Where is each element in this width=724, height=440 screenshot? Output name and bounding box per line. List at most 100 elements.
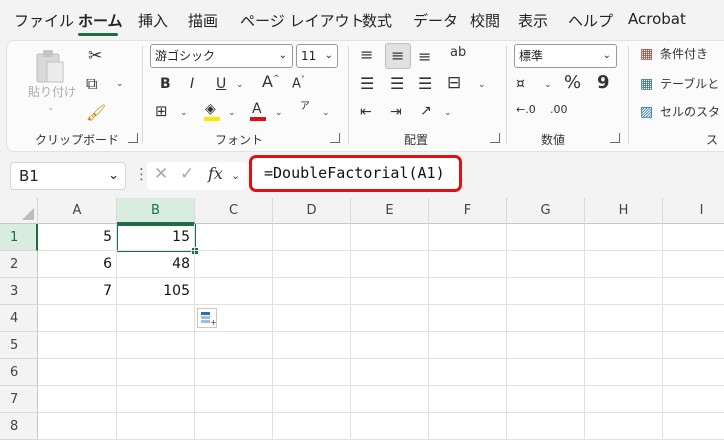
cell-a4[interactable] xyxy=(38,305,117,332)
cell-d1[interactable] xyxy=(273,224,351,251)
cell-c2[interactable] xyxy=(195,251,273,278)
cell-i8[interactable] xyxy=(663,413,724,440)
enter-icon[interactable]: ✓ xyxy=(180,166,194,183)
cell-h8[interactable] xyxy=(585,413,663,440)
cell-a8[interactable] xyxy=(38,413,117,440)
paste-dropdown-icon[interactable]: ⌄ xyxy=(47,103,55,113)
row-header-1[interactable]: 1 xyxy=(0,224,38,251)
cell-g4[interactable] xyxy=(507,305,585,332)
tab-review[interactable]: 校閲 xyxy=(470,10,500,31)
cell-d5[interactable] xyxy=(273,332,351,359)
cell-e5[interactable] xyxy=(351,332,429,359)
cell-e6[interactable] xyxy=(351,359,429,386)
cell-c7[interactable] xyxy=(195,386,273,413)
cell-g7[interactable] xyxy=(507,386,585,413)
fill-color-button[interactable]: ◈ xyxy=(204,102,220,122)
format-painter-icon[interactable]: 🖌 xyxy=(86,105,106,121)
copy-dropdown-icon[interactable]: ⌄ xyxy=(116,79,124,89)
cell-g1[interactable] xyxy=(507,224,585,251)
borders-dropdown-icon[interactable]: ⌄ xyxy=(180,108,188,118)
cell-b8[interactable] xyxy=(117,413,195,440)
cell-g3[interactable] xyxy=(507,278,585,305)
cell-d7[interactable] xyxy=(273,386,351,413)
merge-dropdown-icon[interactable]: ⌄ xyxy=(478,80,486,90)
underline-dropdown-icon[interactable]: ⌄ xyxy=(236,80,244,90)
percent-button[interactable]: % xyxy=(564,74,581,92)
bold-button[interactable]: B xyxy=(160,77,171,91)
phonetic-dropdown-icon[interactable]: ⌄ xyxy=(322,108,330,118)
increase-indent-icon[interactable]: ⇥ xyxy=(390,105,402,119)
tab-draw[interactable]: 描画 xyxy=(188,10,218,31)
clipboard-launcher-icon[interactable] xyxy=(128,133,138,143)
cell-a7[interactable] xyxy=(38,386,117,413)
tab-insert[interactable]: 挿入 xyxy=(138,10,168,31)
row-header-4[interactable]: 4 xyxy=(0,305,38,332)
shrink-font-button[interactable]: A˅ xyxy=(292,76,305,91)
cell-f3[interactable] xyxy=(429,278,507,305)
tab-acrobat[interactable]: Acrobat xyxy=(628,10,686,28)
name-box[interactable]: B1 ⌄ xyxy=(10,162,126,190)
font-color-dropdown-icon[interactable]: ⌄ xyxy=(275,108,283,118)
row-header-7[interactable]: 7 xyxy=(0,386,38,413)
cell-b2[interactable]: 48 xyxy=(117,251,195,278)
fill-color-dropdown-icon[interactable]: ⌄ xyxy=(228,108,236,118)
cell-d2[interactable] xyxy=(273,251,351,278)
orientation-icon[interactable]: ↗ xyxy=(420,104,432,118)
cell-b3[interactable]: 105 xyxy=(117,278,195,305)
cell-i5[interactable] xyxy=(663,332,724,359)
row-header-8[interactable]: 8 xyxy=(0,413,38,440)
cell-h4[interactable] xyxy=(585,305,663,332)
number-launcher-icon[interactable] xyxy=(610,133,620,143)
cell-b5[interactable] xyxy=(117,332,195,359)
align-bottom-icon[interactable]: ≡ xyxy=(418,49,431,65)
cell-a6[interactable] xyxy=(38,359,117,386)
tab-view[interactable]: 表示 xyxy=(518,10,548,31)
column-header-b[interactable]: B xyxy=(117,198,195,224)
cell-i7[interactable] xyxy=(663,386,724,413)
column-header-f[interactable]: F xyxy=(429,198,507,224)
cell-c1[interactable] xyxy=(195,224,273,251)
cell-c6[interactable] xyxy=(195,359,273,386)
cell-a2[interactable]: 6 xyxy=(38,251,117,278)
copy-icon[interactable]: ⧉ xyxy=(86,76,97,92)
font-launcher-icon[interactable] xyxy=(330,133,340,143)
cell-d6[interactable] xyxy=(273,359,351,386)
cell-f8[interactable] xyxy=(429,413,507,440)
column-header-h[interactable]: H xyxy=(585,198,663,224)
cell-d8[interactable] xyxy=(273,413,351,440)
align-right-icon[interactable]: ☰ xyxy=(418,76,432,92)
decrease-decimal-icon[interactable]: .00 xyxy=(550,104,568,115)
format-as-table-button[interactable]: ▦ テーブルと xyxy=(640,76,724,96)
column-header-g[interactable]: G xyxy=(507,198,585,224)
cell-c3[interactable] xyxy=(195,278,273,305)
cell-e7[interactable] xyxy=(351,386,429,413)
phonetic-guide-button[interactable]: ア xyxy=(300,102,310,112)
cell-h6[interactable] xyxy=(585,359,663,386)
font-color-button[interactable]: A xyxy=(250,102,266,122)
tab-page-layout[interactable]: ページ レイアウト xyxy=(240,10,364,31)
align-center-icon[interactable]: ☰ xyxy=(390,76,404,92)
row-header-3[interactable]: 3 xyxy=(0,278,38,305)
alignment-launcher-icon[interactable] xyxy=(490,133,500,143)
cell-a1[interactable]: 5 xyxy=(38,224,117,251)
tab-file[interactable]: ファイル xyxy=(14,10,74,31)
comma-style-button[interactable]: 9 xyxy=(597,74,610,92)
cell-b6[interactable] xyxy=(117,359,195,386)
font-size-select[interactable]: 11 ⌄ xyxy=(296,44,338,68)
cell-g8[interactable] xyxy=(507,413,585,440)
column-header-a[interactable]: A xyxy=(38,198,117,224)
column-header-d[interactable]: D xyxy=(273,198,351,224)
cell-a5[interactable] xyxy=(38,332,117,359)
cell-styles-button[interactable]: ▨ セルのスタ xyxy=(640,104,724,124)
cell-d4[interactable] xyxy=(273,305,351,332)
align-top-icon[interactable]: ≡ xyxy=(360,47,373,63)
font-name-select[interactable]: 游ゴシック ⌄ xyxy=(150,44,293,68)
currency-dropdown-icon[interactable]: ⌄ xyxy=(544,80,552,90)
cell-d3[interactable] xyxy=(273,278,351,305)
cell-h3[interactable] xyxy=(585,278,663,305)
merge-center-icon[interactable]: ⊟ xyxy=(447,75,461,92)
cell-c8[interactable] xyxy=(195,413,273,440)
column-header-c[interactable]: C xyxy=(195,198,273,224)
fx-dropdown-icon[interactable]: ⌄ xyxy=(231,169,240,182)
conditional-formatting-button[interactable]: ▦ 条件付き xyxy=(640,46,724,66)
